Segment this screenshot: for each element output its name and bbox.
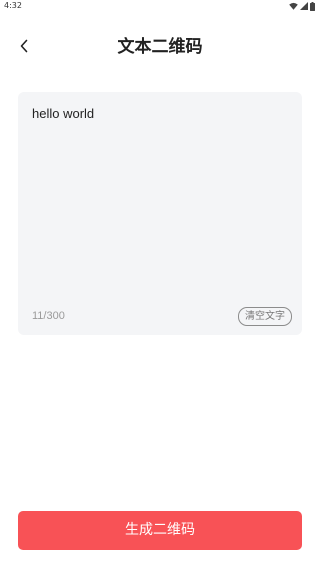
status-icons bbox=[289, 1, 315, 11]
status-time: 4:32 bbox=[4, 1, 22, 10]
status-bar: 4:32 bbox=[0, 0, 320, 12]
battery-icon bbox=[310, 1, 315, 11]
text-input[interactable]: hello world bbox=[32, 106, 288, 296]
generate-qr-button[interactable]: 生成二维码 bbox=[18, 511, 302, 550]
char-counter: 11/300 bbox=[32, 310, 65, 322]
page-title: 文本二维码 bbox=[117, 37, 203, 57]
header: 文本二维码 bbox=[0, 28, 320, 66]
signal-icon bbox=[300, 2, 308, 10]
text-input-card: hello world 11/300 清空文字 bbox=[18, 92, 302, 335]
wifi-icon bbox=[289, 2, 298, 10]
clear-text-button[interactable]: 清空文字 bbox=[238, 307, 292, 326]
